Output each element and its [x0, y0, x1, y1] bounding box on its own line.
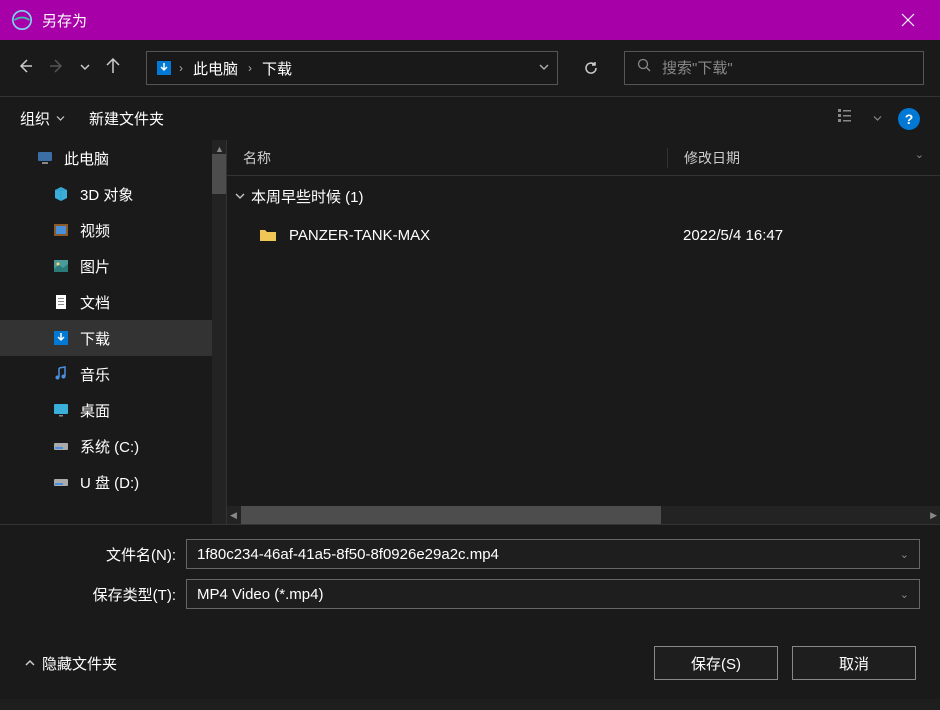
search-box[interactable]	[624, 51, 924, 85]
scroll-arrow-up-icon: ▲	[215, 144, 224, 154]
pc-icon	[36, 149, 54, 167]
3d-icon	[52, 185, 70, 203]
hide-folders-label: 隐藏文件夹	[42, 653, 117, 674]
scrollbar-thumb[interactable]	[241, 506, 661, 524]
video-icon	[52, 221, 70, 239]
organize-label: 组织	[20, 108, 50, 129]
path-item-pc[interactable]: 此电脑	[189, 58, 242, 79]
sidebar-item-video[interactable]: 视频	[0, 212, 226, 248]
chevron-down-icon[interactable]	[873, 114, 882, 123]
window-title: 另存为	[42, 10, 87, 31]
recent-dropdown[interactable]	[80, 59, 90, 77]
folder-icon	[259, 227, 277, 243]
up-button[interactable]	[104, 57, 122, 80]
chevron-down-icon	[235, 191, 245, 201]
chevron-down-icon[interactable]: ⌄	[900, 588, 909, 601]
help-button[interactable]: ?	[898, 108, 920, 130]
sidebar-item-drive-d[interactable]: U 盘 (D:)	[0, 464, 226, 500]
nav-bar: › 此电脑 › 下载	[0, 40, 940, 96]
forward-button[interactable]	[48, 57, 66, 80]
sidebar-item-music[interactable]: 音乐	[0, 356, 226, 392]
sidebar-scrollbar[interactable]: ▲	[212, 140, 226, 524]
organize-button[interactable]: 组织	[20, 108, 65, 129]
drive-icon	[52, 473, 70, 491]
address-bar[interactable]: › 此电脑 › 下载	[146, 51, 558, 85]
title-bar: 另存为	[0, 0, 940, 40]
path-item-downloads[interactable]: 下载	[258, 58, 296, 79]
filetype-value: MP4 Video (*.mp4)	[197, 586, 900, 603]
main-area: 此电脑 3D 对象 视频 图片 文档 下载 音乐 桌面	[0, 140, 940, 524]
footer: 隐藏文件夹 保存(S) 取消	[0, 627, 940, 699]
sidebar-item-label: 视频	[80, 220, 110, 241]
sidebar-item-3d[interactable]: 3D 对象	[0, 176, 226, 212]
edge-logo-icon	[12, 10, 32, 30]
chevron-up-icon	[24, 657, 36, 669]
sidebar-item-label: 图片	[80, 256, 110, 277]
form-area: 文件名(N): ⌄ 保存类型(T): MP4 Video (*.mp4) ⌄	[0, 524, 940, 627]
sidebar-item-desktop[interactable]: 桌面	[0, 392, 226, 428]
sidebar-item-label: 系统 (C:)	[80, 436, 139, 457]
search-icon	[637, 58, 652, 78]
scroll-arrow-left-icon: ◀	[230, 510, 237, 521]
cancel-button[interactable]: 取消	[792, 646, 916, 680]
sidebar-item-label: 下载	[80, 328, 110, 349]
file-row[interactable]: PANZER-TANK-MAX 2022/5/4 16:47	[227, 216, 940, 254]
new-folder-label: 新建文件夹	[89, 108, 164, 129]
new-folder-button[interactable]: 新建文件夹	[89, 108, 164, 129]
group-label: 本周早些时候 (1)	[251, 186, 364, 207]
downloads-location-icon	[155, 59, 173, 77]
save-button[interactable]: 保存(S)	[654, 646, 778, 680]
sidebar-item-pc[interactable]: 此电脑	[0, 140, 226, 176]
sidebar-item-label: 文档	[80, 292, 110, 313]
filename-input[interactable]	[197, 546, 900, 563]
sidebar-item-documents[interactable]: 文档	[0, 284, 226, 320]
sidebar-item-downloads[interactable]: 下载	[0, 320, 226, 356]
filetype-label: 保存类型(T):	[20, 584, 176, 605]
column-headers: 名称 修改日期 ⌄	[227, 140, 940, 176]
scrollbar-thumb[interactable]	[212, 154, 226, 194]
sidebar-item-drive-c[interactable]: 系统 (C:)	[0, 428, 226, 464]
documents-icon	[52, 293, 70, 311]
music-icon	[52, 365, 70, 383]
path-dropdown[interactable]	[539, 59, 549, 77]
refresh-button[interactable]	[574, 51, 608, 85]
file-group-header[interactable]: 本周早些时候 (1)	[227, 176, 940, 216]
sidebar-item-label: 此电脑	[64, 148, 109, 169]
scroll-arrow-right-icon: ▶	[930, 510, 937, 521]
downloads-icon	[52, 329, 70, 347]
back-button[interactable]	[16, 57, 34, 80]
sidebar-item-label: U 盘 (D:)	[80, 472, 139, 493]
file-list: 名称 修改日期 ⌄ 本周早些时候 (1) PANZER-TANK-MAX 202…	[226, 140, 940, 524]
file-scrollbar[interactable]: ◀ ▶	[227, 506, 940, 524]
pictures-icon	[52, 257, 70, 275]
file-name: PANZER-TANK-MAX	[289, 227, 430, 244]
path-separator-icon: ›	[179, 61, 183, 75]
desktop-icon	[52, 401, 70, 419]
path-separator-icon: ›	[248, 61, 252, 75]
drive-icon	[52, 437, 70, 455]
sidebar-item-pictures[interactable]: 图片	[0, 248, 226, 284]
sidebar-item-label: 桌面	[80, 400, 110, 421]
view-options-button[interactable]	[837, 108, 857, 129]
filetype-field[interactable]: MP4 Video (*.mp4) ⌄	[186, 579, 920, 609]
close-button[interactable]	[888, 0, 928, 40]
search-input[interactable]	[662, 60, 911, 77]
file-date: 2022/5/4 16:47	[667, 227, 940, 244]
chevron-down-icon: ⌄	[915, 148, 924, 161]
chevron-down-icon[interactable]: ⌄	[900, 548, 909, 561]
hide-folders-button[interactable]: 隐藏文件夹	[24, 653, 117, 674]
sidebar: 此电脑 3D 对象 视频 图片 文档 下载 音乐 桌面	[0, 140, 226, 524]
filename-label: 文件名(N):	[20, 544, 176, 565]
chevron-down-icon	[56, 114, 65, 123]
sidebar-item-label: 音乐	[80, 364, 110, 385]
filename-field[interactable]: ⌄	[186, 539, 920, 569]
column-name[interactable]: 名称	[227, 148, 667, 168]
toolbar: 组织 新建文件夹 ?	[0, 96, 940, 140]
sidebar-item-label: 3D 对象	[80, 184, 133, 205]
column-modified[interactable]: 修改日期 ⌄	[667, 148, 940, 168]
